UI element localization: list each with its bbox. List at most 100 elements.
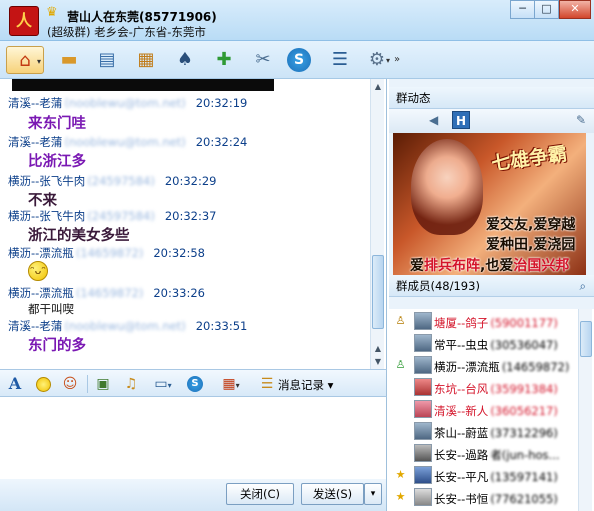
album-button[interactable]: ▤: [92, 46, 122, 74]
toolbar-more-icon[interactable]: »: [394, 54, 400, 65]
member-name: 东坑--台风 (35991384): [434, 381, 558, 397]
dynamic-tabs: ◀ H ✎: [389, 109, 594, 133]
group-subtitle: (超级群) 老乡会-广东省-东莞市: [47, 25, 206, 39]
admin-icon: ♙: [395, 358, 406, 371]
group-logo: 人: [9, 6, 39, 36]
member-list[interactable]: ♙ 塘厦--鸽子 (59001177) 常平--虫虫 (30536047) ♙ 横沥…: [389, 309, 594, 511]
chat-scrollbar[interactable]: ▲ ▲ ▼: [370, 79, 384, 369]
send-bar: 关闭(C) 发送(S) ▾: [0, 479, 387, 511]
wrench-icon[interactable]: ✎: [576, 113, 586, 127]
member-row[interactable]: ♙ 塘厦--鸽子 (59001177): [389, 311, 577, 333]
magic-emoticon-icon[interactable]: ☺: [61, 374, 79, 394]
message-history-button[interactable]: 消息记录 ▾: [278, 377, 333, 393]
avatar: [414, 400, 432, 418]
message-sender[interactable]: 横沥--张飞牛肉: [8, 209, 85, 223]
member-list-scrollbar[interactable]: [578, 309, 592, 511]
ad-character-image: [411, 139, 483, 235]
member-name: 塘厦--鸽子 (59001177): [434, 315, 558, 331]
message-sender[interactable]: 横沥--漂流瓶: [8, 246, 74, 260]
font-icon[interactable]: A: [6, 374, 24, 394]
message-sender-id: (14659872): [75, 286, 144, 300]
input-toolbar: A ☺ ▣ ♫ ▭▾ S ▦▾ ☰ 消息记录 ▾: [0, 369, 387, 397]
member-name: 常平--虫虫 (30536047): [434, 337, 558, 353]
game-button[interactable]: ♠: [170, 46, 200, 74]
member-row[interactable]: 茶山--蔚蓝 (37312296): [389, 421, 577, 443]
notice-button[interactable]: ☰: [325, 46, 355, 74]
avatar: [414, 334, 432, 352]
title-bar: 人 ♛ 营山人在东莞(85771906) (超级群) 老乡会-广东省-东莞市 ─…: [0, 0, 594, 41]
message-sender[interactable]: 清溪--老蒲: [8, 96, 62, 110]
chat-history[interactable]: 清溪--老蒲 (nooblewu@tom.net) 20:32:19 来东门哇 清溪…: [0, 79, 387, 369]
folder-button[interactable]: ▬: [54, 46, 84, 74]
hotspot-tab-icon[interactable]: H: [452, 111, 470, 129]
message-sender[interactable]: 清溪--老蒲: [8, 135, 62, 149]
message-sender-id: (nooblewu@tom.net): [64, 135, 186, 149]
star-icon: ★: [395, 468, 406, 481]
chevron-down-icon: ▾: [370, 489, 376, 499]
member-row[interactable]: 常平--虫虫 (30536047): [389, 333, 577, 355]
member-row[interactable]: ♙ 横沥--漂流瓶 (14659872): [389, 355, 577, 377]
ad-text-segment: 排兵布阵: [424, 258, 480, 274]
member-row[interactable]: 长安--過路 者(jun-hos...: [389, 443, 577, 465]
member-row[interactable]: 清溪--新人 (36056217): [389, 399, 577, 421]
chat-top-strip: [12, 79, 274, 91]
member-id: (36056217): [490, 404, 558, 418]
message-sender[interactable]: 清溪--老蒲: [8, 319, 62, 333]
member-list-scroll-thumb[interactable]: [580, 321, 592, 357]
speaker-icon[interactable]: ◀: [429, 113, 438, 127]
scroll-up-icon[interactable]: ▲: [372, 81, 384, 92]
maximize-button[interactable]: □: [534, 0, 559, 19]
message-history-label: 消息记录: [278, 378, 324, 392]
home-button[interactable]: ⌂ ▾: [6, 46, 44, 74]
member-label: 长安--過路: [434, 448, 489, 462]
member-id: (30536047): [490, 338, 558, 352]
member-row[interactable]: ★ 长安--书恒 (77621055): [389, 487, 577, 509]
message-text: 来东门哇: [28, 116, 86, 132]
scroll-down-icon[interactable]: ▼: [372, 356, 384, 367]
message-header: 横沥--漂流瓶 (14659872) 20:32:58: [8, 245, 205, 261]
tools-button[interactable]: ✂: [248, 46, 278, 74]
message-text: 都干叫喫: [28, 302, 74, 316]
close-window-button[interactable]: ✕: [559, 0, 591, 19]
history-icon[interactable]: ☰: [258, 374, 276, 394]
scroll-up-icon[interactable]: ▲: [372, 343, 384, 354]
member-label: 长安--平凡: [434, 470, 489, 484]
settings-button[interactable]: ⚙ ▾: [362, 46, 392, 74]
avatar: [414, 466, 432, 484]
search-icon[interactable]: ⌕: [580, 275, 586, 297]
soso-search-icon[interactable]: S: [186, 374, 204, 394]
message-time: 20:33:26: [153, 286, 205, 300]
message-text: 比浙江多: [28, 154, 86, 170]
message-sender[interactable]: 横沥--张飞牛肉: [8, 174, 85, 188]
member-name: 长安--书恒 (77621055): [434, 491, 558, 507]
ad-line-2: 爱种田,爱浇园: [486, 237, 576, 253]
board-icon: ▦: [137, 49, 155, 70]
member-name: 清溪--新人 (36056217): [434, 403, 558, 419]
send-button[interactable]: 发送(S): [301, 483, 364, 505]
soso-button[interactable]: S: [287, 48, 311, 72]
member-row[interactable]: ★ 长安--平凡 (13597141): [389, 465, 577, 487]
member-row[interactable]: 东坑--台风 (35991384): [389, 377, 577, 399]
chat-scroll-thumb[interactable]: [372, 255, 384, 329]
message-input[interactable]: [0, 397, 387, 479]
music-icon[interactable]: ♫: [122, 374, 140, 394]
more-tools-icon[interactable]: ▦▾: [216, 374, 246, 394]
emoticon-button[interactable]: [34, 374, 52, 394]
add-app-button[interactable]: ✚: [209, 46, 239, 74]
member-label: 东坑--台风: [434, 382, 489, 396]
notice-icon: ☰: [331, 49, 349, 70]
screenshot-icon[interactable]: ▭▾: [150, 374, 176, 394]
minimize-button[interactable]: ─: [510, 0, 535, 19]
member-id: (59001177): [490, 316, 558, 330]
message-header: 清溪--老蒲 (nooblewu@tom.net) 20:32:24: [8, 134, 247, 150]
right-panel: 群动态 ◀ H ✎ 七雄争霸 爱交友,爱穿越 爱种田,爱浇园 爱排兵布阵,也爱治…: [389, 79, 594, 511]
group-toolbar: ⌂ ▾ ▬ ▤ ▦ ♠ ✚ ✂ S ☰ ⚙ ▾ »: [0, 41, 594, 79]
board-button[interactable]: ▦: [131, 46, 161, 74]
send-options-button[interactable]: ▾: [364, 483, 382, 505]
member-label: 塘厦--鸽子: [434, 316, 489, 330]
ad-logo: 七雄争霸: [490, 142, 569, 176]
picture-icon[interactable]: ▣: [94, 374, 112, 394]
message-sender[interactable]: 横沥--漂流瓶: [8, 286, 74, 300]
close-button[interactable]: 关闭(C): [226, 483, 294, 505]
game-advertisement[interactable]: 七雄争霸 爱交友,爱穿越 爱种田,爱浇园 爱排兵布阵,也爱治国兴邦: [393, 133, 586, 278]
